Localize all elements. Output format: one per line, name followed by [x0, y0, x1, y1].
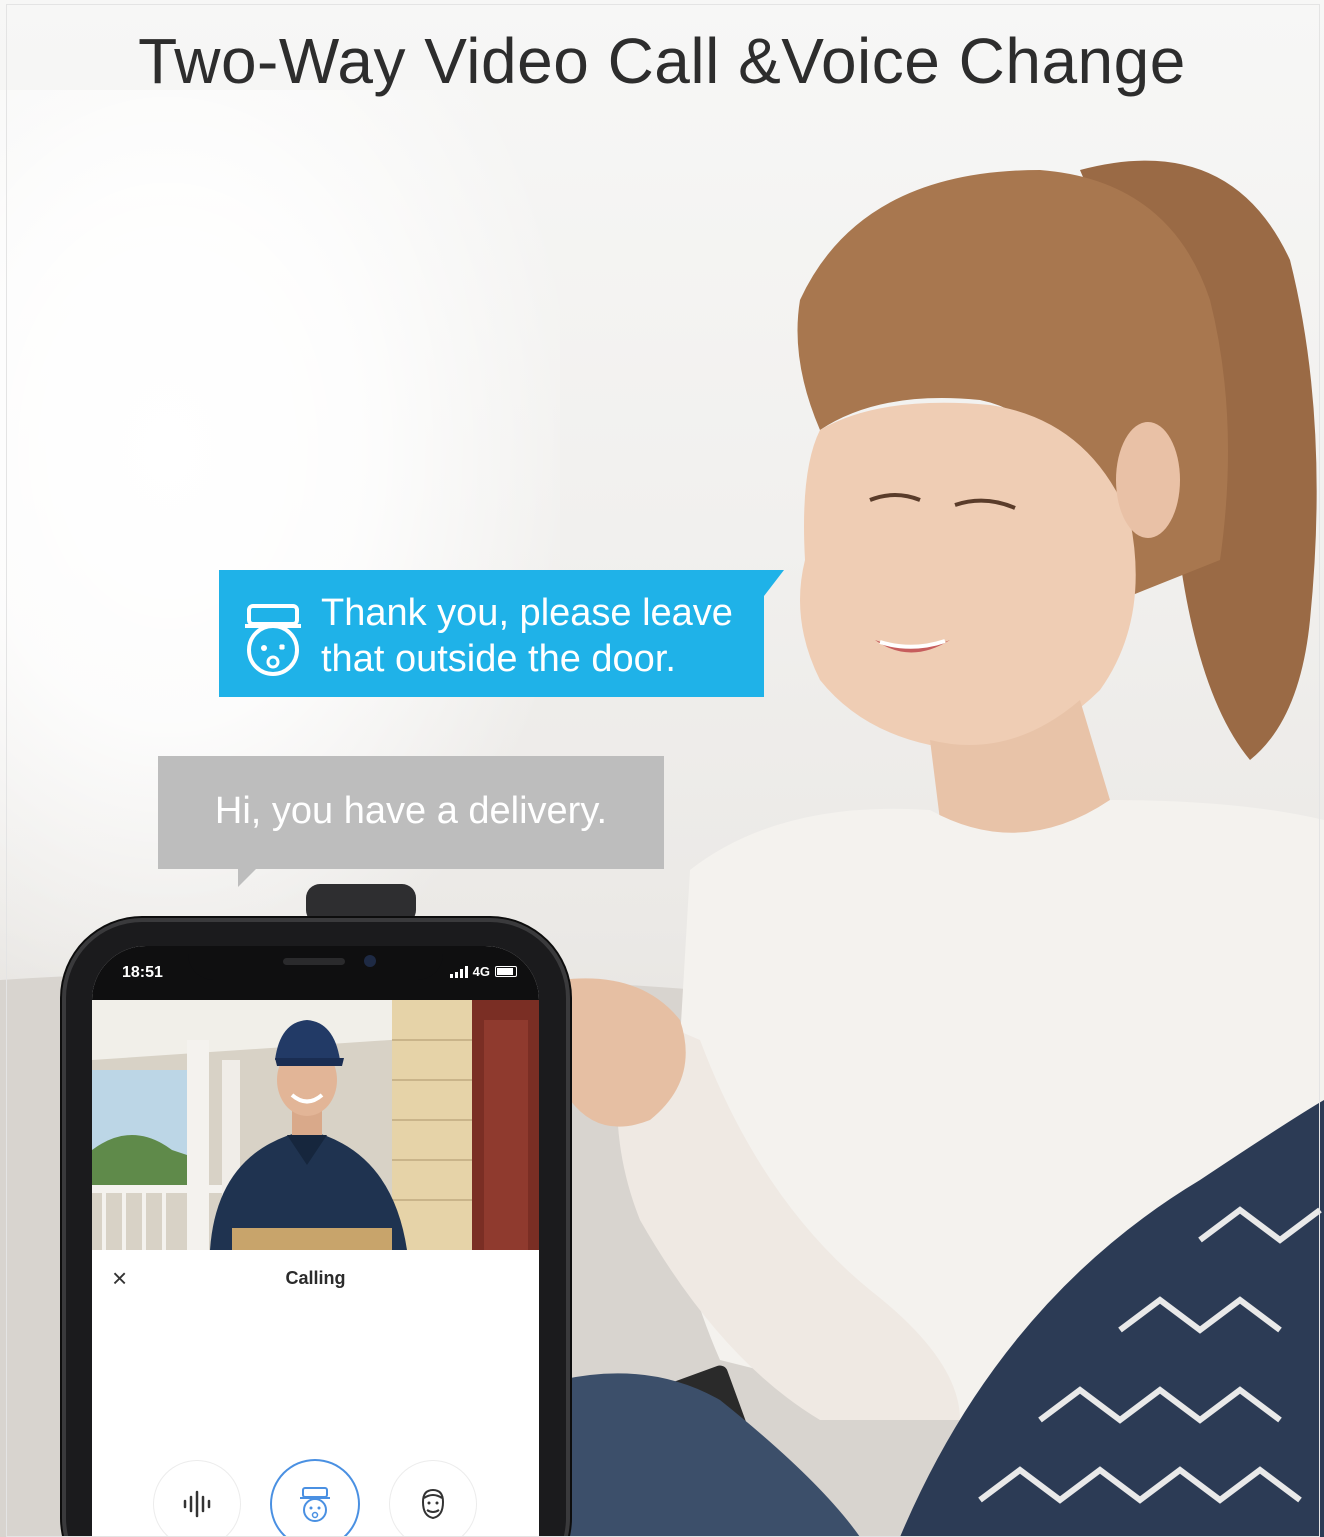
phone-screen: 18:51 4G × Calling [92, 946, 539, 1537]
sound-wave-button[interactable] [154, 1461, 240, 1537]
reply-line-2: that outside the door. [321, 638, 676, 680]
call-status-label: Calling [285, 1268, 346, 1288]
earpiece-speaker [283, 958, 345, 965]
doorbell-live-video[interactable] [92, 1000, 539, 1250]
voice-changed-reply-bubble: Thank you, please leave that outside the… [219, 570, 784, 697]
status-time: 18:51 [122, 964, 163, 981]
sound-wave-icon [183, 1490, 211, 1518]
voice-changer-man-icon [421, 1488, 445, 1520]
battery-icon [495, 966, 517, 977]
call-header: × Calling [92, 1250, 539, 1310]
call-controls [92, 1461, 539, 1537]
signal-icon [449, 965, 468, 978]
product-banner: Two-Way Video Call &Voice Change Thank y… [0, 0, 1324, 1537]
voice-changer-character-icon [245, 604, 301, 676]
headline: Two-Way Video Call &Voice Change [138, 25, 1186, 97]
delivery-person-video-frame [92, 1000, 539, 1250]
network-type: 4G [472, 964, 490, 979]
phone-notch [188, 946, 443, 980]
visitor-message-bubble: Hi, you have a delivery. [158, 756, 664, 887]
voice-changer-character-icon [300, 1487, 330, 1522]
reply-line-1: Thank you, please leave [321, 592, 733, 634]
voice-changer-character-button[interactable] [272, 1461, 358, 1537]
visitor-message-text: Hi, you have a delivery. [214, 790, 608, 832]
voice-changer-man-button[interactable] [390, 1461, 476, 1537]
status-indicators: 4G [449, 964, 517, 979]
front-camera [364, 955, 376, 967]
smartphone: 18:51 4G × Calling [62, 918, 570, 1537]
